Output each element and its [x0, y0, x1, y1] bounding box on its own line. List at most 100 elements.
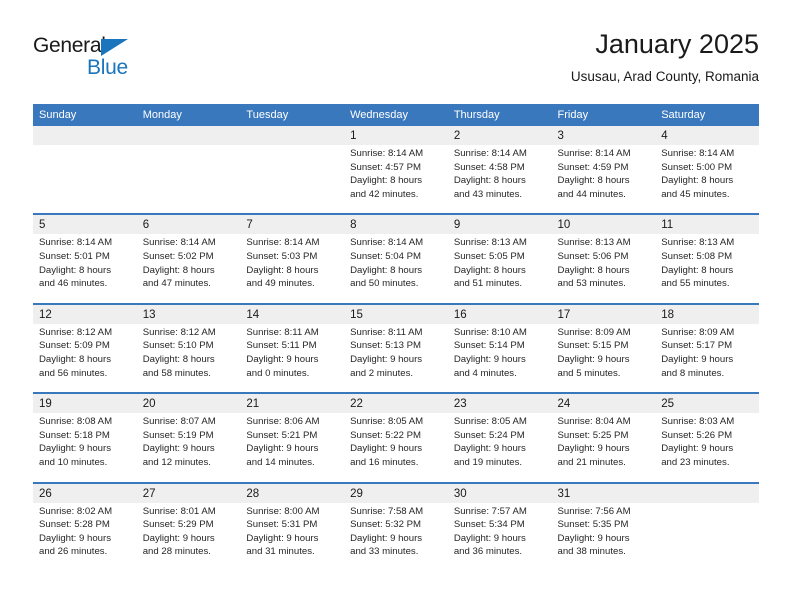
daylight-text-line1: Daylight: 9 hours — [350, 443, 423, 455]
sunrise-text: Sunrise: 8:14 AM — [453, 148, 527, 159]
day-number[interactable]: 22 — [344, 392, 448, 414]
day-number[interactable]: 13 — [136, 302, 241, 324]
logo-triangle-icon — [101, 39, 128, 56]
week-dates-row: 5 6 7 8 9 10 11 — [33, 213, 759, 235]
day-cell[interactable]: Sunrise: 8:12 AM Sunset: 5:09 PM Dayligh… — [33, 323, 137, 394]
sunrise-text: Sunrise: 8:13 AM — [453, 237, 527, 249]
day-cell[interactable]: Sunrise: 8:08 AM Sunset: 5:18 PM Dayligh… — [33, 413, 137, 483]
day-cell[interactable]: Sunrise: 8:06 AM Sunset: 5:21 PM Dayligh… — [240, 413, 345, 483]
day-number[interactable]: 23 — [447, 392, 552, 414]
weekday-header-thursday: Thursday — [447, 104, 552, 126]
day-cell-empty — [655, 502, 759, 571]
day-number[interactable]: 9 — [447, 213, 552, 235]
daylight-text-line1: Daylight: 8 hours — [350, 264, 423, 276]
day-cell[interactable]: Sunrise: 8:04 AM Sunset: 5:25 PM Dayligh… — [551, 413, 656, 483]
day-number[interactable]: 16 — [447, 302, 552, 324]
day-cell[interactable]: Sunrise: 8:13 AM Sunset: 5:06 PM Dayligh… — [551, 234, 656, 304]
day-cell[interactable]: Sunrise: 8:02 AM Sunset: 5:28 PM Dayligh… — [33, 502, 137, 571]
day-number[interactable]: 21 — [240, 392, 345, 414]
day-number[interactable]: 11 — [655, 213, 759, 235]
day-number[interactable]: 6 — [136, 213, 241, 235]
daylight-text-line2: and 0 minutes. — [246, 367, 310, 379]
day-number[interactable]: 29 — [344, 481, 448, 503]
day-cell[interactable]: Sunrise: 8:10 AM Sunset: 5:14 PM Dayligh… — [447, 323, 552, 394]
sunrise-text: Sunrise: 8:04 AM — [557, 416, 631, 428]
day-number[interactable]: 4 — [655, 126, 759, 145]
day-cell[interactable]: Sunrise: 7:56 AM Sunset: 5:35 PM Dayligh… — [551, 502, 656, 571]
day-number[interactable]: 25 — [655, 392, 759, 414]
day-cell-empty — [33, 145, 137, 215]
day-cell[interactable]: Sunrise: 8:14 AM Sunset: 5:03 PM Dayligh… — [240, 234, 345, 304]
daylight-text-line2: and 2 minutes. — [350, 367, 414, 379]
day-cell[interactable]: Sunrise: 7:58 AM Sunset: 5:32 PM Dayligh… — [344, 502, 448, 571]
day-number[interactable]: 20 — [136, 392, 241, 414]
day-cell[interactable]: Sunrise: 8:14 AM Sunset: 5:02 PM Dayligh… — [136, 234, 241, 304]
day-number[interactable]: 15 — [344, 302, 448, 324]
daylight-text-line1: Daylight: 8 hours — [661, 175, 734, 187]
weekday-header-wednesday: Wednesday — [344, 104, 448, 126]
calendar-table: Sunday Monday Tuesday Wednesday Thursday… — [33, 104, 759, 571]
day-cell[interactable]: Sunrise: 8:07 AM Sunset: 5:19 PM Dayligh… — [136, 413, 241, 483]
day-cell[interactable]: Sunrise: 8:05 AM Sunset: 5:22 PM Dayligh… — [344, 413, 448, 483]
daylight-text-line1: Daylight: 8 hours — [557, 264, 630, 276]
day-cell[interactable]: Sunrise: 8:13 AM Sunset: 5:08 PM Dayligh… — [655, 234, 759, 304]
daylight-text-line1: Daylight: 9 hours — [453, 443, 526, 455]
day-cell[interactable]: Sunrise: 8:03 AM Sunset: 5:26 PM Dayligh… — [655, 413, 759, 483]
day-number[interactable]: 10 — [551, 213, 656, 235]
day-number[interactable]: 30 — [447, 481, 552, 503]
day-number[interactable]: 27 — [136, 481, 241, 503]
daylight-text-line2: and 55 minutes. — [661, 278, 730, 290]
sunrise-text: Sunrise: 8:14 AM — [142, 237, 216, 249]
day-number[interactable]: 17 — [551, 302, 656, 324]
day-cell[interactable]: Sunrise: 8:14 AM Sunset: 5:00 PM Dayligh… — [655, 145, 759, 215]
day-cell[interactable]: Sunrise: 8:00 AM Sunset: 5:31 PM Dayligh… — [240, 502, 345, 571]
daylight-text-line2: and 50 minutes. — [350, 278, 419, 290]
sunset-text: Sunset: 5:09 PM — [39, 340, 110, 352]
day-cell[interactable]: Sunrise: 8:14 AM Sunset: 5:01 PM Dayligh… — [33, 234, 137, 304]
day-number[interactable]: 14 — [240, 302, 345, 324]
calendar-grid: Sunday Monday Tuesday Wednesday Thursday… — [33, 104, 759, 571]
day-number[interactable]: 8 — [344, 213, 448, 235]
sunrise-text: Sunrise: 8:06 AM — [246, 416, 320, 428]
page-title: January 2025 — [595, 29, 759, 59]
day-cell[interactable]: Sunrise: 8:13 AM Sunset: 5:05 PM Dayligh… — [447, 234, 552, 304]
day-number[interactable]: 1 — [344, 126, 448, 145]
day-number[interactable]: 12 — [33, 302, 137, 324]
sunrise-text: Sunrise: 8:14 AM — [661, 148, 735, 159]
day-cell[interactable]: Sunrise: 8:09 AM Sunset: 5:15 PM Dayligh… — [551, 323, 656, 394]
sunset-text: Sunset: 5:03 PM — [246, 250, 318, 262]
day-number[interactable]: 3 — [551, 126, 656, 145]
day-number[interactable]: 5 — [33, 213, 137, 235]
day-cell[interactable]: Sunrise: 8:14 AM Sunset: 4:57 PM Dayligh… — [344, 145, 448, 215]
day-cell[interactable]: Sunrise: 8:14 AM Sunset: 4:59 PM Dayligh… — [551, 145, 656, 215]
day-number[interactable]: 31 — [551, 481, 656, 503]
day-number[interactable]: 28 — [240, 481, 345, 503]
sunrise-text: Sunrise: 8:02 AM — [39, 505, 113, 517]
page-header: General Blue January 2025 Ususau, Arad C… — [33, 28, 759, 100]
day-number[interactable]: 24 — [551, 392, 656, 414]
day-cell[interactable]: Sunrise: 8:14 AM Sunset: 5:04 PM Dayligh… — [344, 234, 448, 304]
daylight-text-line1: Daylight: 9 hours — [39, 443, 111, 455]
day-cell[interactable]: Sunrise: 8:01 AM Sunset: 5:29 PM Dayligh… — [136, 502, 241, 571]
weekday-header-tuesday: Tuesday — [240, 104, 345, 126]
daylight-text-line1: Daylight: 9 hours — [557, 532, 630, 544]
day-cell[interactable]: Sunrise: 8:11 AM Sunset: 5:13 PM Dayligh… — [344, 323, 448, 394]
day-cell[interactable]: Sunrise: 8:05 AM Sunset: 5:24 PM Dayligh… — [447, 413, 552, 483]
day-number[interactable]: 2 — [447, 126, 552, 145]
sunrise-text: Sunrise: 8:13 AM — [557, 237, 631, 249]
daylight-text-line1: Daylight: 8 hours — [39, 353, 111, 365]
day-number[interactable]: 26 — [33, 481, 137, 503]
day-number[interactable]: 7 — [240, 213, 345, 235]
day-cell[interactable]: Sunrise: 8:14 AM Sunset: 4:58 PM Dayligh… — [447, 145, 552, 215]
sunset-text: Sunset: 5:08 PM — [661, 250, 733, 262]
sunrise-text: Sunrise: 8:14 AM — [557, 148, 631, 159]
day-number[interactable]: 18 — [655, 302, 759, 324]
day-number[interactable]: 19 — [33, 392, 137, 414]
day-cell[interactable]: Sunrise: 8:11 AM Sunset: 5:11 PM Dayligh… — [240, 323, 345, 394]
day-cell[interactable]: Sunrise: 8:09 AM Sunset: 5:17 PM Dayligh… — [655, 323, 759, 394]
day-cell[interactable]: Sunrise: 8:12 AM Sunset: 5:10 PM Dayligh… — [136, 323, 241, 394]
generalblue-logo: General Blue — [33, 34, 213, 86]
daylight-text-line1: Daylight: 9 hours — [661, 443, 734, 455]
day-cell[interactable]: Sunrise: 7:57 AM Sunset: 5:34 PM Dayligh… — [447, 502, 552, 571]
day-cell-empty — [240, 145, 345, 215]
